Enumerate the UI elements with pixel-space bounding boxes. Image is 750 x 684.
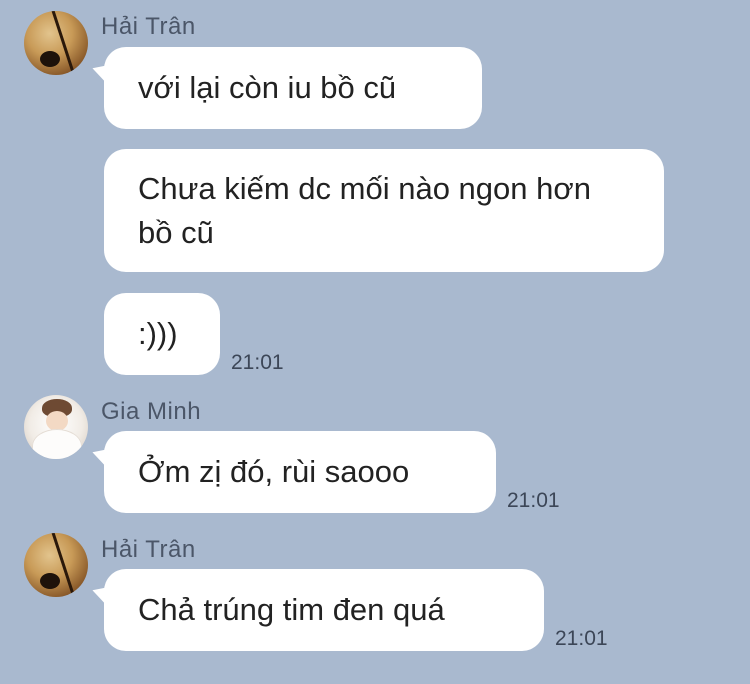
avatar-photo-detail xyxy=(40,51,60,67)
message-bubble[interactable]: Chưa kiếm dc mối nào ngon hơn bồ cũ xyxy=(104,149,664,272)
avatar-gia-minh[interactable] xyxy=(24,395,88,459)
avatar-hai-tran[interactable] xyxy=(24,533,88,597)
avatar-photo-detail xyxy=(46,411,68,431)
message-time: 21:01 xyxy=(231,351,284,374)
avatar-photo-detail xyxy=(40,573,60,589)
message-text: :))) xyxy=(138,316,178,351)
avatar-photo-detail xyxy=(32,429,82,459)
message-bubble[interactable]: với lại còn iu bồ cũ xyxy=(104,47,482,129)
avatar-hai-tran[interactable] xyxy=(24,11,88,75)
message-text: Chưa kiếm dc mối nào ngon hơn bồ cũ xyxy=(138,171,591,250)
message-time: 21:01 xyxy=(555,627,608,650)
message-text: với lại còn iu bồ cũ xyxy=(138,70,397,105)
sender-name: Hải Trân xyxy=(101,13,196,40)
sender-name: Hải Trân xyxy=(101,536,196,563)
message-bubble[interactable]: :))) xyxy=(104,293,220,375)
message-bubble[interactable]: Chả trúng tim đen quá xyxy=(104,569,544,651)
message-time: 21:01 xyxy=(507,489,560,512)
message-text: Ởm zị đó, rùi saooo xyxy=(138,454,410,489)
message-text: Chả trúng tim đen quá xyxy=(138,592,445,627)
message-bubble[interactable]: Ởm zị đó, rùi saooo xyxy=(104,431,496,513)
sender-name: Gia Minh xyxy=(101,398,202,425)
